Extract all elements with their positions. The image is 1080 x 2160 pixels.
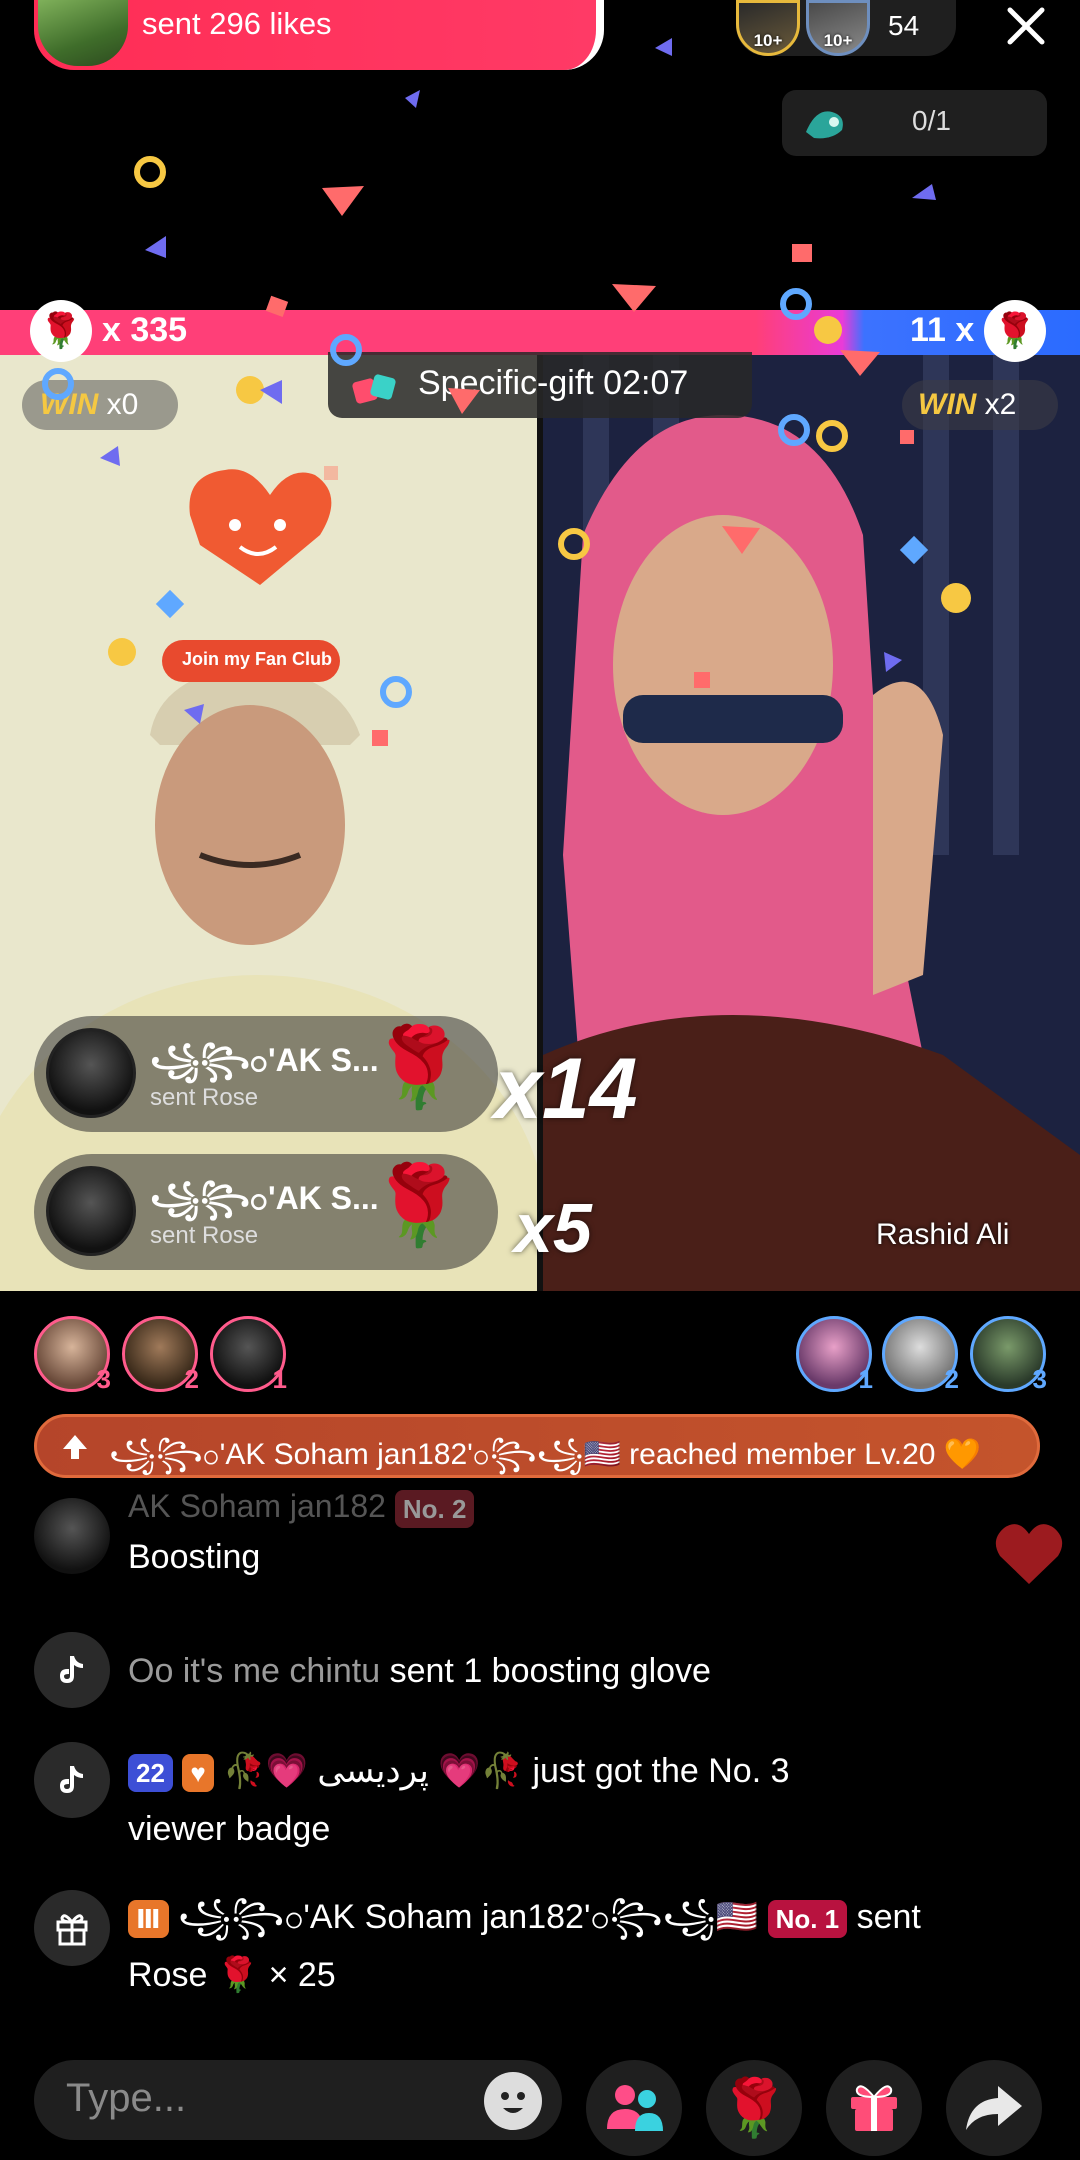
rose-icon: 🌹 [370,1023,468,1111]
heart-icon [995,1524,1063,1584]
gift-multiplier: x5 [514,1189,592,1267]
multi-guest-icon [607,2085,663,2131]
member-level-text: ꧁꧂၀ʹAK Soham jan182ʹ၀꧂꧁🇺🇸 reached member… [109,1438,982,1471]
rose-icon: 🌹 [370,1161,468,1249]
gift-icon[interactable] [34,1890,110,1966]
gift-icon [851,2085,897,2131]
emoji-icon[interactable] [484,2072,542,2130]
multi-guest-button[interactable] [586,2060,682,2156]
right-top-supporter[interactable]: 3 [970,1316,1047,1394]
left-top-supporter[interactable]: 3 [34,1316,111,1394]
tiktok-icon[interactable] [34,1632,110,1708]
avatar[interactable] [46,1166,136,1256]
chat-input-placeholder: Type... [66,2076,187,2120]
right-top-supporter[interactable]: 2 [882,1316,959,1394]
right-host-name[interactable]: Rashid Ali [876,1218,1009,1252]
avatar[interactable] [34,1498,110,1574]
rose-gift-button[interactable]: 🌹 [706,2060,802,2156]
gift-combo[interactable]: ꧁꧂၀ʹAK S... sent Rose 🌹 [34,1016,498,1132]
member-level-banner[interactable]: ꧁꧂၀ʹAK Soham jan182ʹ၀꧂꧁🇺🇸 reached member… [34,1414,1040,1478]
gift-combo[interactable]: ꧁꧂၀ʹAK S... sent Rose 🌹 [34,1154,498,1270]
gift-button[interactable] [826,2060,922,2156]
confetti-decoration [42,38,971,746]
chat-message: Boosting [128,1538,261,1576]
gift-description: sent Rose [150,1084,259,1111]
tiktok-icon[interactable] [34,1742,110,1818]
gift-multiplier: x14 [494,1041,638,1137]
faded-chat-line: AK Soham jan182 No. 2 [128,1488,475,1528]
share-icon [966,2086,1022,2130]
chat-message: 22 ♥ 🥀💗 پردیسی 💗🥀 just got the No. 3 vie… [128,1752,790,1848]
left-top-supporter[interactable]: 1 [210,1316,287,1394]
rose-icon: 🌹 [719,2076,789,2139]
avatar[interactable] [46,1028,136,1118]
arrow-up-icon [63,1435,87,1459]
gift-description: sent Rose [150,1222,259,1249]
chat-message: Ⅲ ꧁꧂၀ʹAK Soham jan182ʹ၀꧂꧁🇺🇸 No. 1 sent R… [128,1898,921,1994]
chat-message: Oo it's me chintu sent 1 boosting glove [128,1652,711,1690]
left-top-supporter[interactable]: 2 [122,1316,199,1394]
right-top-supporter[interactable]: 1 [796,1316,873,1394]
share-button[interactable] [946,2060,1042,2156]
